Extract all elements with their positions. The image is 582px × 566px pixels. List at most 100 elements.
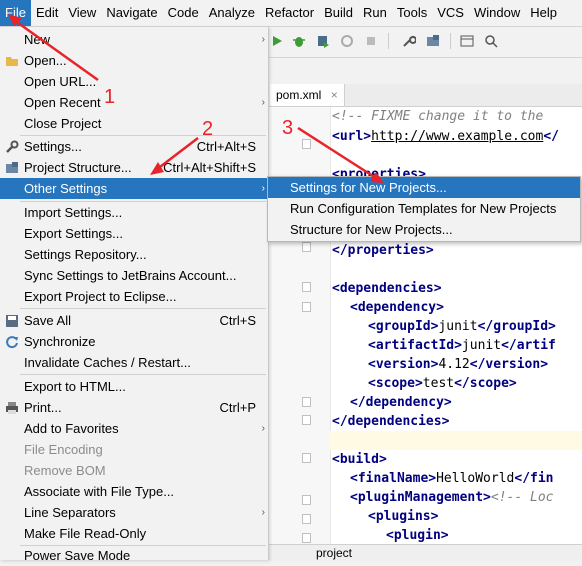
submenu-item-structure-new-projects[interactable]: Structure for New Projects... (268, 219, 580, 240)
tag-dependencies-close: </dependencies> (332, 414, 450, 429)
tag-scope-open: <scope> (368, 376, 423, 391)
tab-close-icon[interactable]: × (331, 88, 338, 102)
menu-item-label: Power Save Mode (24, 548, 131, 563)
code-line-artifactid: <artifactId>junit</artif (368, 336, 556, 355)
code-line-version: <version>4.12</version> (368, 355, 548, 374)
code-editor[interactable]: <!-- FIXME change it to the <url>http://… (268, 107, 582, 544)
menu-view[interactable]: View (63, 0, 101, 26)
submenu-item-settings-new-projects[interactable]: Settings for New Projects... (268, 177, 580, 198)
menu-tools[interactable]: Tools (392, 0, 432, 26)
menu-item-export-eclipse[interactable]: Export Project to Eclipse... (0, 286, 268, 307)
menu-item-power-save[interactable]: Power Save Mode (0, 545, 268, 566)
menu-item-print[interactable]: Print... Ctrl+P (0, 397, 268, 418)
menu-item-other-settings[interactable]: Other Settings › (0, 178, 268, 199)
menu-item-shortcut: Ctrl+S (219, 313, 256, 328)
project-structure-icon[interactable] (426, 34, 440, 48)
tag-properties-close: </properties> (332, 243, 434, 258)
menu-item-open[interactable]: Open... (0, 50, 268, 71)
wrench-icon (6, 140, 19, 153)
code-line-groupid: <groupId>junit</groupId> (368, 317, 556, 336)
menu-item-line-separators[interactable]: Line Separators › (0, 502, 268, 523)
tag-plugins-open: <plugins> (368, 509, 439, 524)
menu-item-open-url[interactable]: Open URL... (0, 71, 268, 92)
tab-pom-xml[interactable]: pom.xml × (270, 84, 345, 106)
menu-item-label: Structure for New Projects... (290, 222, 453, 237)
menu-item-sync-settings[interactable]: Sync Settings to JetBrains Account... (0, 265, 268, 286)
menu-code[interactable]: Code (163, 0, 204, 26)
fold-marker[interactable] (302, 415, 311, 425)
menu-edit[interactable]: Edit (31, 0, 63, 26)
menu-item-settings-repository[interactable]: Settings Repository... (0, 244, 268, 265)
submenu-item-run-config-templates[interactable]: Run Configuration Templates for New Proj… (268, 198, 580, 219)
fold-marker[interactable] (302, 533, 311, 543)
menu-vcs[interactable]: VCS (432, 0, 469, 26)
other-settings-submenu: Settings for New Projects... Run Configu… (267, 176, 581, 242)
menu-item-new[interactable]: New › (0, 29, 268, 50)
menu-analyze[interactable]: Analyze (204, 0, 260, 26)
menu-item-export-html[interactable]: Export to HTML... (0, 376, 268, 397)
menu-item-label: Export Project to Eclipse... (24, 289, 177, 304)
menu-item-open-recent[interactable]: Open Recent › (0, 92, 268, 113)
tag-url-close: </ (543, 129, 559, 144)
layout-icon[interactable] (460, 34, 474, 48)
menu-item-invalidate-caches[interactable]: Invalidate Caches / Restart... (0, 352, 268, 373)
debug-icon[interactable] (292, 34, 306, 48)
menu-item-close-project[interactable]: Close Project (0, 113, 268, 134)
fold-marker[interactable] (302, 139, 311, 149)
folder-icon (6, 57, 18, 66)
menu-item-file-encoding: File Encoding (0, 439, 268, 460)
profile-icon[interactable] (340, 34, 354, 48)
menu-item-label: Invalidate Caches / Restart... (24, 355, 191, 370)
tag-build-open: <build> (332, 452, 387, 467)
menu-item-project-structure[interactable]: Project Structure... Ctrl+Alt+Shift+S (0, 157, 268, 178)
stop-icon[interactable] (364, 34, 378, 48)
fold-marker[interactable] (302, 282, 311, 292)
menu-item-shortcut: Ctrl+P (219, 400, 256, 415)
annotation-number-2: 2 (202, 118, 214, 140)
tab-label: pom.xml (276, 88, 322, 102)
menu-item-shortcut: Ctrl+Alt+Shift+S (163, 160, 256, 175)
menu-item-save-all[interactable]: Save All Ctrl+S (0, 310, 268, 331)
menu-item-label: File Encoding (24, 442, 103, 457)
menu-item-label: Remove BOM (24, 463, 106, 478)
tag-finalname-close: </fin (514, 471, 554, 486)
groupid-value: junit (438, 319, 478, 334)
fold-marker[interactable] (302, 302, 311, 312)
menu-build[interactable]: Build (319, 0, 358, 26)
wrench-icon[interactable] (402, 34, 416, 48)
coverage-icon[interactable] (316, 34, 330, 48)
menu-item-settings[interactable]: Settings... Ctrl+Alt+S (0, 136, 268, 157)
submenu-arrow-icon: › (261, 97, 265, 108)
fold-marker[interactable] (302, 495, 311, 505)
fold-marker[interactable] (302, 242, 311, 252)
menu-item-label: Run Configuration Templates for New Proj… (290, 201, 557, 216)
submenu-arrow-icon: › (261, 423, 265, 434)
menu-separator (20, 374, 266, 375)
fold-marker[interactable] (302, 397, 311, 407)
editor-gutter (268, 107, 331, 544)
menu-item-import-settings[interactable]: Import Settings... (0, 202, 268, 223)
search-everywhere-icon[interactable] (484, 34, 498, 48)
run-icon[interactable] (270, 34, 284, 48)
menu-item-synchronize[interactable]: Synchronize (0, 331, 268, 352)
fold-marker[interactable] (302, 514, 311, 524)
toolbar (268, 27, 582, 58)
save-icon (6, 315, 18, 327)
fold-marker[interactable] (302, 453, 311, 463)
menu-run[interactable]: Run (358, 0, 392, 26)
menu-window[interactable]: Window (469, 0, 525, 26)
menu-refactor[interactable]: Refactor (260, 0, 319, 26)
menu-navigate[interactable]: Navigate (101, 0, 162, 26)
tag-plugin-open: <plugin> (386, 528, 449, 543)
menu-item-associate-file-type[interactable]: Associate with File Type... (0, 481, 268, 502)
menu-item-export-settings[interactable]: Export Settings... (0, 223, 268, 244)
menu-item-label: Open... (24, 53, 67, 68)
menu-item-label: Export Settings... (24, 226, 123, 241)
menu-item-label: Open URL... (24, 74, 97, 89)
url-link[interactable]: http://www.example.com (371, 129, 543, 144)
menu-help[interactable]: Help (525, 0, 562, 26)
menu-file[interactable]: File (0, 0, 31, 26)
menu-item-label: Print... (24, 400, 62, 415)
menu-item-add-favorites[interactable]: Add to Favorites › (0, 418, 268, 439)
menu-item-make-read-only[interactable]: Make File Read-Only (0, 523, 268, 544)
